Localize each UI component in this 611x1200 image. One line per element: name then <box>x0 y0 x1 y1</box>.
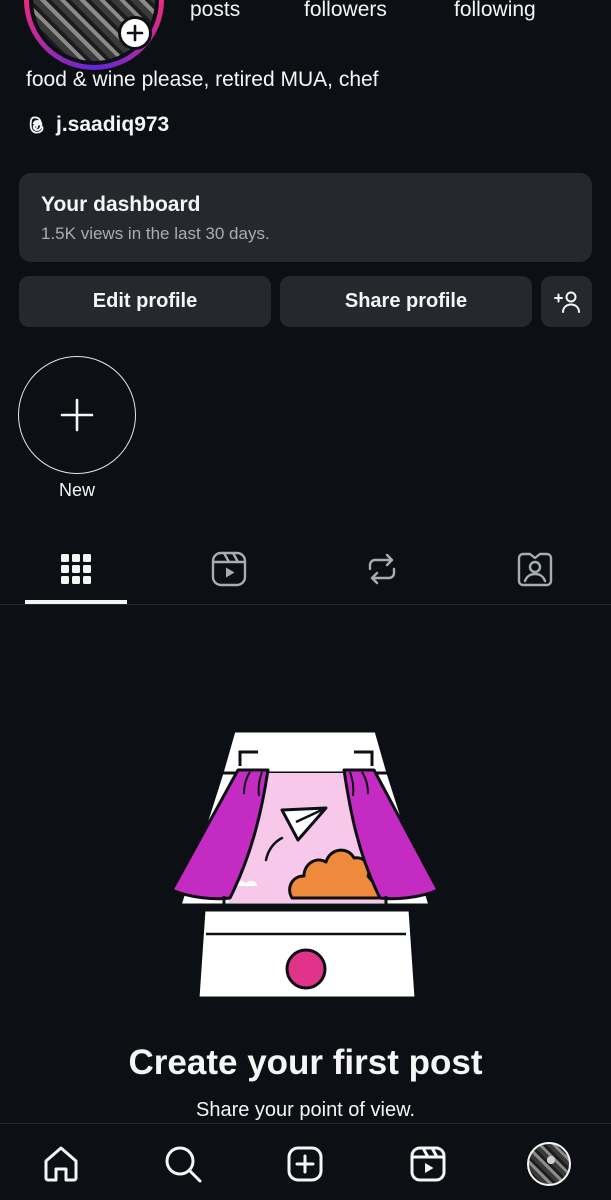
empty-state-subtitle: Share your point of view. <box>195 1099 415 1121</box>
empty-state-title: Create your first post <box>128 1043 483 1082</box>
grid-icon <box>61 554 91 584</box>
tagged-icon <box>517 552 553 587</box>
threads-icon <box>29 116 44 134</box>
profile-screen: posts followers following food & wine pl… <box>0 0 611 1200</box>
posts-stat-label[interactable]: posts <box>190 0 304 22</box>
share-profile-button[interactable]: Share profile <box>280 276 532 327</box>
discover-people-button[interactable] <box>541 276 592 327</box>
new-highlight-label: New <box>58 480 95 500</box>
reels-icon <box>211 551 247 587</box>
tab-reposts[interactable] <box>331 535 433 603</box>
add-person-icon <box>553 291 580 313</box>
tab-posts-grid[interactable] <box>25 535 127 603</box>
profile-tabs <box>0 535 611 605</box>
nav-profile[interactable] <box>527 1142 571 1186</box>
threads-link[interactable]: j.saadiq973 <box>26 113 169 137</box>
home-icon <box>44 1146 78 1182</box>
profile-stats: posts followers following <box>190 0 536 22</box>
new-highlight-button[interactable] <box>18 356 136 474</box>
dashboard-card[interactable]: Your dashboard 1.5K views in the last 30… <box>19 173 592 262</box>
active-tab-indicator <box>25 600 127 604</box>
reposts-icon <box>368 553 396 585</box>
following-stat-label[interactable]: following <box>454 0 536 22</box>
camera-illustration <box>170 729 440 1000</box>
edit-profile-button[interactable]: Edit profile <box>19 276 271 327</box>
reels-icon <box>410 1146 446 1182</box>
plus-icon <box>126 24 144 42</box>
search-icon <box>165 1146 202 1183</box>
nav-create[interactable] <box>283 1142 327 1186</box>
profile-avatar-thumbnail <box>527 1142 571 1186</box>
nav-reels[interactable] <box>406 1142 450 1186</box>
profile-bio: food & wine please, retired MUA, chef <box>26 68 379 91</box>
tab-tagged[interactable] <box>484 535 586 603</box>
plus-icon <box>60 398 94 432</box>
nav-search[interactable] <box>161 1142 205 1186</box>
add-story-button[interactable] <box>118 16 152 50</box>
bottom-nav <box>0 1123 611 1200</box>
dashboard-subtitle: 1.5K views in the last 30 days. <box>41 224 270 243</box>
nav-home[interactable] <box>39 1142 83 1186</box>
dashboard-title: Your dashboard <box>41 193 201 216</box>
followers-stat-label[interactable]: followers <box>304 0 454 22</box>
tab-reels[interactable] <box>178 535 280 603</box>
create-icon <box>287 1146 323 1182</box>
threads-handle: j.saadiq973 <box>56 113 170 136</box>
